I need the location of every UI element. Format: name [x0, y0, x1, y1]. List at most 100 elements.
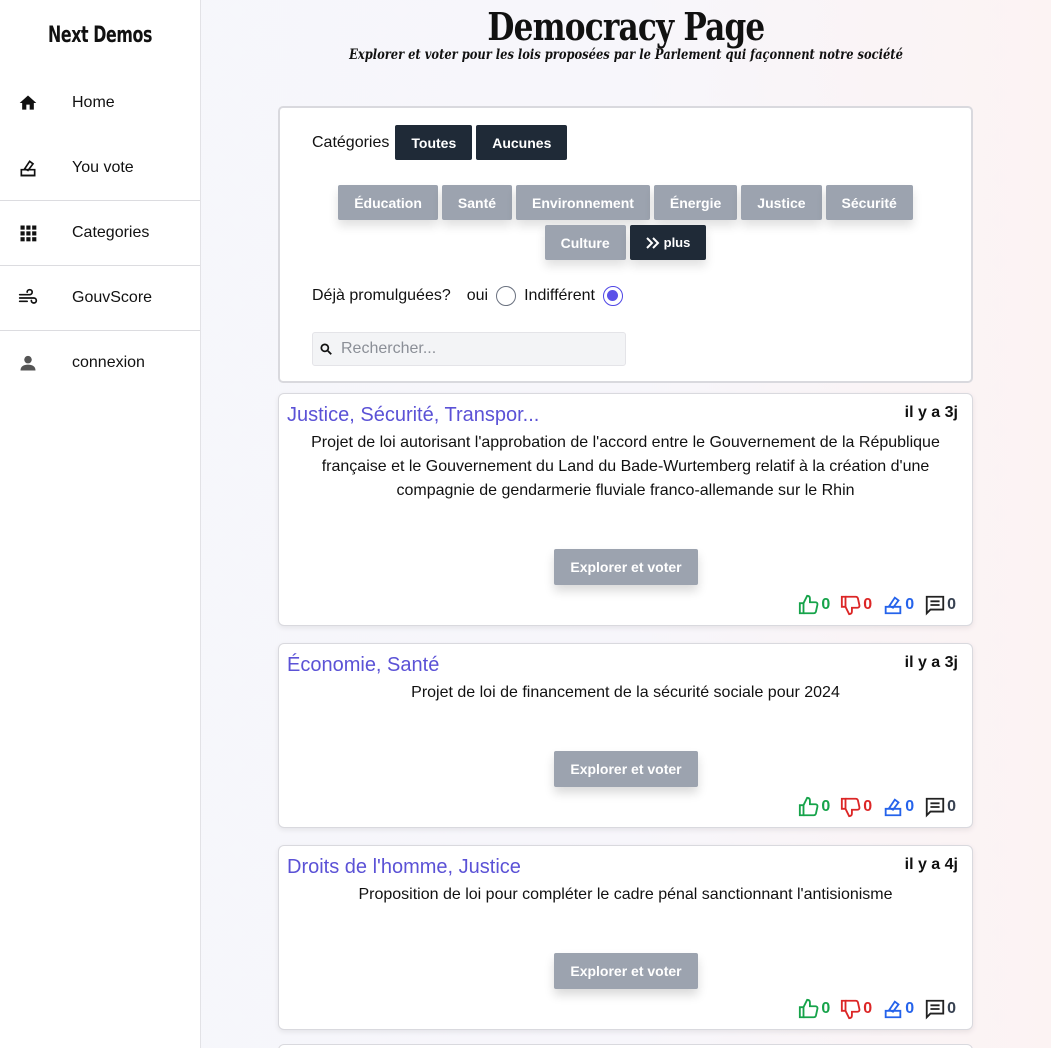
dislikes-count: 0: [863, 1000, 873, 1017]
votes-stat[interactable]: 0: [882, 998, 914, 1020]
more-tags-label: plus: [663, 235, 691, 250]
law-date: il y a 4j: [904, 856, 958, 873]
sidebar-item-categories[interactable]: Categories: [0, 200, 200, 265]
law-stats: 0 0 0 0: [788, 796, 956, 818]
filters-panel: Catégories Toutes Aucunes Éducation Sant…: [278, 106, 973, 383]
sidebar-item-connexion[interactable]: connexion: [0, 330, 200, 395]
option-any-label: Indifférent: [524, 287, 595, 304]
option-yes-radio[interactable]: [496, 286, 517, 306]
law-date: il y a 3j: [904, 404, 958, 421]
thumbs-up-icon: [799, 998, 819, 1019]
dislikes-count: 0: [863, 798, 873, 815]
tag-education[interactable]: Éducation: [338, 185, 438, 220]
sidebar-item-you-vote[interactable]: You vote: [0, 135, 200, 200]
votes-count: 0: [905, 596, 915, 613]
comments-count: 0: [947, 798, 956, 815]
comments-count: 0: [947, 1000, 956, 1017]
ballot-icon: [884, 1000, 902, 1019]
dislikes-stat[interactable]: 0: [840, 594, 872, 616]
sidebar-item-label: GouvScore: [72, 289, 153, 306]
comment-icon: [925, 595, 945, 616]
likes-count: 0: [821, 596, 831, 613]
thumbs-down-icon: [841, 797, 861, 818]
votes-stat[interactable]: 0: [882, 796, 914, 818]
comment-icon: [925, 797, 945, 818]
law-categories[interactable]: Droits de l'homme, Justice: [287, 856, 521, 879]
search-input[interactable]: [341, 340, 611, 358]
law-card: Économie, Santé il y a 3j Projet de loi …: [278, 643, 973, 828]
tag-culture[interactable]: Culture: [544, 225, 626, 260]
law-card: Droits de l'homme, Justice il y a 4j Pro…: [278, 845, 973, 1030]
dislikes-stat[interactable]: 0: [840, 796, 872, 818]
option-yes-label: oui: [466, 287, 489, 304]
ballot-icon: [18, 158, 38, 178]
ballot-icon: [884, 596, 902, 615]
search-icon: [320, 343, 332, 355]
votes-stat[interactable]: 0: [882, 594, 914, 616]
tag-environnement[interactable]: Environnement: [516, 185, 650, 220]
search-box: [312, 332, 626, 366]
dislikes-count: 0: [863, 596, 873, 613]
law-categories[interactable]: Économie, Santé: [287, 654, 439, 677]
sidebar: Next Demos Home You vote Categories Gouv…: [0, 0, 201, 1048]
comments-stat[interactable]: 0: [924, 594, 956, 616]
categories-row: Catégories Toutes Aucunes: [312, 125, 571, 160]
sidebar-item-gouvscore[interactable]: GouvScore: [0, 265, 200, 330]
tag-energie[interactable]: Énergie: [653, 185, 738, 220]
comments-count: 0: [947, 596, 956, 613]
likes-stat[interactable]: 0: [798, 998, 830, 1020]
tag-sante[interactable]: Santé: [441, 185, 513, 220]
law-stats: 0 0 0 0: [788, 998, 956, 1020]
brand-logo[interactable]: Next Demos: [20, 0, 180, 70]
sidebar-item-label: You vote: [72, 158, 134, 176]
law-card-partial: [278, 1044, 973, 1048]
law-categories[interactable]: Justice, Sécurité, Transpor...: [287, 404, 539, 427]
tag-justice[interactable]: Justice: [741, 185, 822, 220]
tag-securite[interactable]: Sécurité: [825, 185, 913, 220]
law-card: Justice, Sécurité, Transpor... il y a 3j…: [278, 393, 973, 626]
double-chevron-right-icon: [645, 236, 660, 249]
comments-stat[interactable]: 0: [924, 998, 956, 1020]
law-description: Proposition de loi pour compléter le cad…: [358, 886, 893, 903]
law-description: Projet de loi de financement de la sécur…: [411, 684, 840, 701]
page-title: Democracy Page: [487, 4, 765, 49]
home-icon: [18, 93, 38, 113]
promulgated-filter: Déjà promulguées? oui Indifférent: [312, 286, 631, 306]
wind-icon: [18, 288, 38, 308]
explore-vote-button[interactable]: Explorer et voter: [554, 549, 698, 585]
thumbs-up-icon: [799, 796, 819, 817]
likes-count: 0: [821, 1000, 831, 1017]
likes-stat[interactable]: 0: [798, 594, 830, 616]
option-any-radio[interactable]: [602, 286, 623, 306]
sidebar-item-home[interactable]: Home: [0, 70, 200, 135]
sidebar-item-label: Home: [72, 93, 115, 111]
thumbs-down-icon: [841, 999, 861, 1020]
explore-vote-button[interactable]: Explorer et voter: [554, 751, 698, 787]
category-tags: Éducation Santé Environnement Énergie Ju…: [280, 185, 971, 260]
page-header: Democracy Page Explorer et voter pour le…: [201, 0, 1051, 63]
law-date: il y a 3j: [904, 654, 958, 671]
likes-count: 0: [821, 798, 831, 815]
ballot-icon: [884, 798, 902, 817]
select-none-button[interactable]: Aucunes: [476, 125, 568, 160]
votes-count: 0: [905, 1000, 915, 1017]
categories-label: Catégories: [312, 133, 390, 151]
select-all-button[interactable]: Toutes: [395, 125, 473, 160]
thumbs-up-icon: [799, 594, 819, 615]
more-tags-button[interactable]: plus: [629, 225, 707, 260]
page-subtitle: Explorer et voter pour les lois proposée…: [349, 47, 903, 63]
law-stats: 0 0 0 0: [788, 594, 956, 616]
promulgated-label: Déjà promulguées?: [312, 287, 451, 304]
comment-icon: [925, 999, 945, 1020]
sidebar-item-label: Categories: [72, 224, 150, 241]
dislikes-stat[interactable]: 0: [840, 998, 872, 1020]
law-description: Projet de loi autorisant l'approbation d…: [311, 434, 940, 499]
comments-stat[interactable]: 0: [924, 796, 956, 818]
likes-stat[interactable]: 0: [798, 796, 830, 818]
thumbs-down-icon: [841, 595, 861, 616]
sidebar-item-label: connexion: [72, 354, 145, 371]
user-icon: [18, 353, 38, 373]
grid-icon: [18, 223, 38, 243]
explore-vote-button[interactable]: Explorer et voter: [554, 953, 698, 989]
votes-count: 0: [905, 798, 915, 815]
